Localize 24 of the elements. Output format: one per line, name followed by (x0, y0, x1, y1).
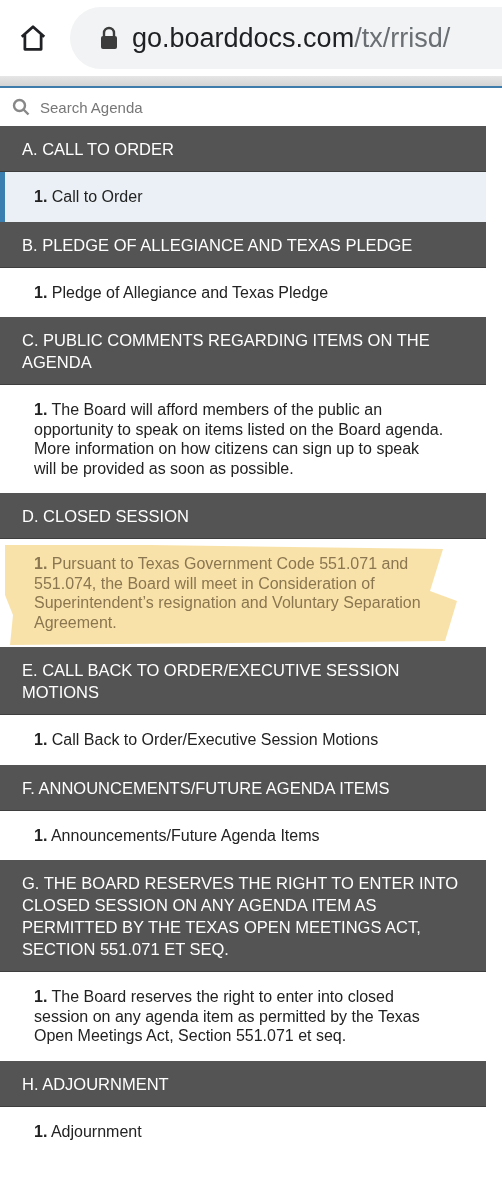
url-host: go.boarddocs.com (132, 22, 355, 53)
section-header[interactable]: G. THE BOARD RESERVES THE RIGHT TO ENTER INTO CLOSED SESSION ON ANY AGENDA ITEM AS PERMITTED BY THE TEXAS OPEN MEETINGS ACT, SECTION 551.071 ET SEQ. (0, 860, 486, 972)
item-text: 1. The Board reserves the right to enter into closed session on any agenda item as permitted by the Texas Open Meetings Act, Section 551.071 et seq. (34, 987, 421, 1046)
section-header[interactable]: F. ANNOUNCEMENTS/FUTURE AGENDA ITEMS (0, 764, 486, 811)
url-path: /tx/rrisd/ (354, 22, 451, 53)
item-text: 1. Announcements/Future Agenda Items (34, 825, 321, 845)
section-header[interactable]: C. PUBLIC COMMENTS REGARDING ITEMS ON THE AGENDA (0, 317, 486, 385)
search-icon (12, 98, 30, 116)
item-text: 1. Pledge of Allegiance and Texas Pledge (34, 282, 330, 302)
agenda-item[interactable]: 1. Call to Order (0, 172, 486, 222)
item-text: 1. Call Back to Order/Executive Session Motions (34, 730, 380, 750)
section-header[interactable]: A. CALL TO ORDER (0, 126, 486, 172)
section-header[interactable]: H. ADJOURNMENT (0, 1060, 486, 1107)
section-header[interactable]: E. CALL BACK TO ORDER/EXECUTIVE SESSION MOTIONS (0, 647, 486, 715)
item-text: 1. Pursuant to Texas Government Code 551.071 and 551.074, the Board will meet in Consideration of Superintendent’s resignation and Voluntary Separation Agreement. (34, 554, 422, 632)
search-field[interactable]: Search Agenda (38, 97, 242, 117)
item-text: 1. Call to Order (34, 187, 144, 207)
lock-icon (100, 26, 118, 50)
section-header[interactable]: D. CLOSED SESSION (0, 493, 486, 539)
section-header[interactable]: B. PLEDGE OF ALLEGIANCE AND TEXAS PLEDGE (0, 221, 486, 268)
address-bar[interactable]: go.boarddocs.com/tx/rrisd/ (70, 7, 502, 69)
item-text: 1. Adjournment (34, 1121, 143, 1141)
item-text: 1. The Board will afford members of the public an opportunity to speak on items listed on the Board agenda. More information on how citizens can sign up to speak will be provided as soon as possible. (34, 400, 444, 478)
home-icon[interactable] (18, 23, 48, 53)
